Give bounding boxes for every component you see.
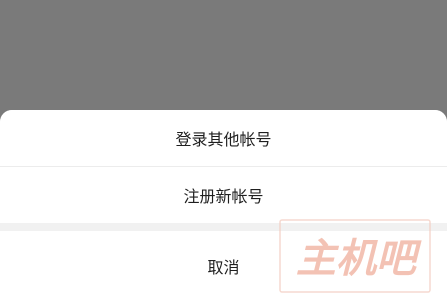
login-other-account-button[interactable]: 登录其他帐号 xyxy=(0,110,447,166)
screen: 登录其他帐号 注册新帐号 取消 主机吧 xyxy=(0,0,447,300)
section-gap xyxy=(0,223,447,231)
cancel-label: 取消 xyxy=(207,257,240,277)
cancel-button[interactable]: 取消 xyxy=(0,231,447,300)
register-new-account-label: 注册新帐号 xyxy=(183,187,264,206)
action-sheet: 登录其他帐号 注册新帐号 取消 xyxy=(0,110,447,300)
register-new-account-button[interactable]: 注册新帐号 xyxy=(0,167,447,223)
login-other-account-label: 登录其他帐号 xyxy=(175,130,272,149)
